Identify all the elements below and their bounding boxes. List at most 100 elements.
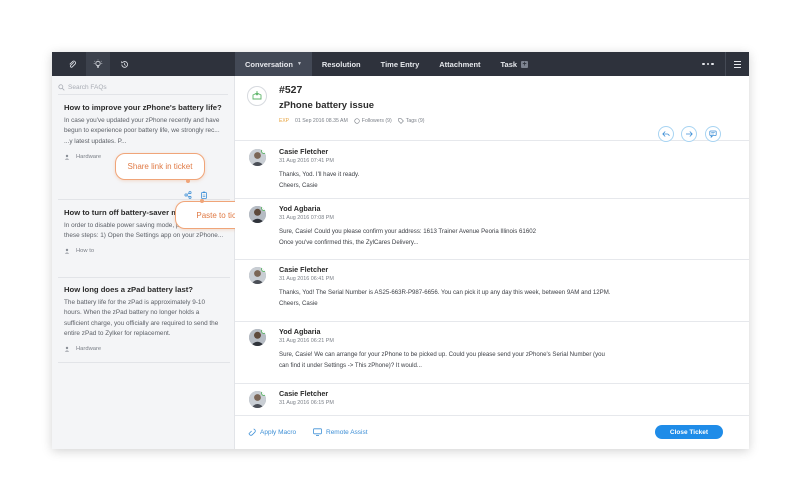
online-badge (261, 267, 266, 272)
divider (58, 362, 230, 363)
sender-name: Yod Agbaria (279, 327, 321, 336)
conversation-item[interactable]: Casie Fletcher 31 Aug 2016 06:41 PM Than… (235, 260, 749, 322)
faq-body: In case you've updated your zPhone recen… (64, 117, 220, 145)
add-tab-icon[interactable]: + (521, 60, 529, 68)
search-input[interactable] (68, 84, 218, 91)
faq-search (58, 81, 228, 95)
tab-task[interactable]: Task + (491, 52, 539, 76)
divider (58, 277, 230, 278)
conversation-item[interactable]: Yod Agbaria 31 Aug 2016 06:21 PM Sure, C… (235, 322, 749, 384)
remote-assist-link[interactable]: Remote Assist (313, 428, 368, 436)
app-window: Conversation ▼ Resolution Time Entry Att… (52, 52, 749, 449)
tag-icon (398, 118, 404, 124)
reply-icon (662, 131, 670, 137)
lightbulb-icon[interactable] (86, 52, 110, 76)
history-icon[interactable] (112, 52, 136, 76)
message-time: 31 Aug 2016 07:08 PM (279, 215, 334, 221)
faq-meta: Hardware (64, 346, 232, 352)
message-line: Sure, Casie! We can arrange for your zPh… (279, 351, 605, 358)
message-time: 31 Aug 2016 07:41 PM (279, 158, 334, 164)
message-time: 31 Aug 2016 06:21 PM (279, 338, 334, 344)
avatar (249, 267, 266, 284)
share-link-tooltip: Share link in ticket (115, 153, 205, 180)
avatar (249, 149, 266, 166)
faq-category: Hardware (76, 345, 102, 352)
comment-icon (709, 130, 717, 138)
message-time: 31 Aug 2016 06:41 PM (279, 276, 334, 282)
forward-icon (686, 131, 693, 137)
tooltip-pointer (186, 179, 190, 183)
tab-label: Time Entry (380, 59, 420, 69)
online-badge (261, 206, 266, 211)
menu-icon[interactable] (725, 52, 749, 76)
tab-label: Resolution (321, 59, 361, 69)
conversation-item[interactable]: Casie Fletcher 31 Aug 2016 06:15 PM (235, 384, 749, 415)
tab-label: Conversation (245, 59, 293, 69)
category-icon (64, 346, 70, 352)
category-icon (64, 248, 70, 254)
ticket-date: 01 Sep 2016 08.35 AM (295, 118, 348, 124)
tags-link[interactable]: Tags (9) (398, 118, 425, 124)
followers-icon (354, 118, 360, 124)
tab-label: Attachment (439, 59, 481, 69)
conversation-item[interactable]: Yod Agbaria 31 Aug 2016 07:08 PM Sure, C… (235, 199, 749, 260)
more-icon[interactable] (702, 52, 714, 76)
search-icon (58, 84, 68, 91)
reply-button[interactable] (658, 126, 674, 142)
faq-body: The battery life for the zPad is approxi… (64, 299, 219, 338)
faq-meta: How to (64, 248, 232, 254)
message-line: Thanks, Yod! The Serial Number is AS25-6… (279, 289, 611, 296)
ticket-header: #527 zPhone battery issue EXP 01 Sep 201… (235, 76, 749, 142)
message-line: Thanks, Yod. I'll have it ready. (279, 171, 360, 178)
message-line: Cheers, Casie (279, 299, 318, 307)
close-ticket-button[interactable]: Close Ticket (655, 425, 723, 439)
ticket-subject: zPhone battery issue (279, 100, 375, 111)
tooltip-text: Share link in ticket (127, 162, 193, 171)
followers-link[interactable]: Followers (9) (354, 118, 392, 124)
message-line: Once you've confirmed this, the ZylCares… (279, 238, 419, 246)
conversation-item[interactable]: Casie Fletcher 31 Aug 2016 07:41 PM Than… (235, 142, 749, 199)
faq-category: How to (76, 247, 95, 254)
ticket-tag: EXP (279, 118, 290, 124)
message-line: Cheers, Casie (279, 181, 318, 189)
faq-title[interactable]: How to improve your zPhone's battery lif… (64, 103, 232, 113)
tab-attachment[interactable]: Attachment (429, 52, 490, 76)
tab-conversation[interactable]: Conversation ▼ (235, 52, 312, 76)
message-body: Sure, Casie! We can arrange for your zPh… (279, 350, 639, 371)
paperclip-icon[interactable] (60, 52, 84, 76)
comment-button[interactable] (705, 126, 721, 142)
faq-panel: How to improve your zPhone's battery lif… (52, 76, 268, 449)
monitor-icon (313, 428, 322, 436)
ticket-meta: EXP 01 Sep 2016 08.35 AM Followers (9) T… (279, 118, 425, 124)
faq-item[interactable]: How long does a zPad battery last? The b… (64, 285, 232, 352)
apply-macro-label: Apply Macro (260, 428, 297, 436)
ticket-tabs: Conversation ▼ Resolution Time Entry Att… (235, 52, 538, 76)
top-bar: Conversation ▼ Resolution Time Entry Att… (52, 52, 749, 76)
tooltip-pointer (200, 199, 204, 203)
avatar (249, 391, 266, 408)
macro-icon (248, 428, 256, 436)
forward-button[interactable] (681, 126, 697, 142)
online-badge (261, 149, 266, 154)
ticket-panel: #527 zPhone battery issue EXP 01 Sep 201… (235, 76, 749, 449)
remote-assist-label: Remote Assist (326, 428, 368, 436)
message-body: Thanks, Yod. I'll have it ready. Cheers,… (279, 170, 634, 191)
ticket-footer: Apply Macro Remote Assist Close Ticket (235, 415, 749, 449)
faq-category: Hardware (76, 154, 102, 161)
message-line: Sure, Casie! Could you please confirm yo… (279, 228, 536, 235)
faq-title[interactable]: How long does a zPad battery last? (64, 285, 232, 295)
tab-time-entry[interactable]: Time Entry (371, 52, 430, 76)
sender-name: Casie Fletcher (279, 265, 329, 274)
brand-logo (247, 86, 267, 106)
sender-name: Casie Fletcher (279, 147, 329, 156)
tab-label: Task (500, 59, 518, 69)
message-time: 31 Aug 2016 06:15 PM (279, 400, 334, 406)
avatar (249, 329, 266, 346)
message-line: can find it under Settings -> This zPhon… (279, 361, 423, 369)
sender-name: Yod Agbaria (279, 204, 321, 213)
faq-item[interactable]: How to improve your zPhone's battery lif… (64, 103, 232, 160)
apply-macro-link[interactable]: Apply Macro (248, 428, 296, 436)
tab-resolution[interactable]: Resolution (312, 52, 371, 76)
message-body: Sure, Casie! Could you please confirm yo… (279, 227, 634, 248)
avatar (249, 206, 266, 223)
